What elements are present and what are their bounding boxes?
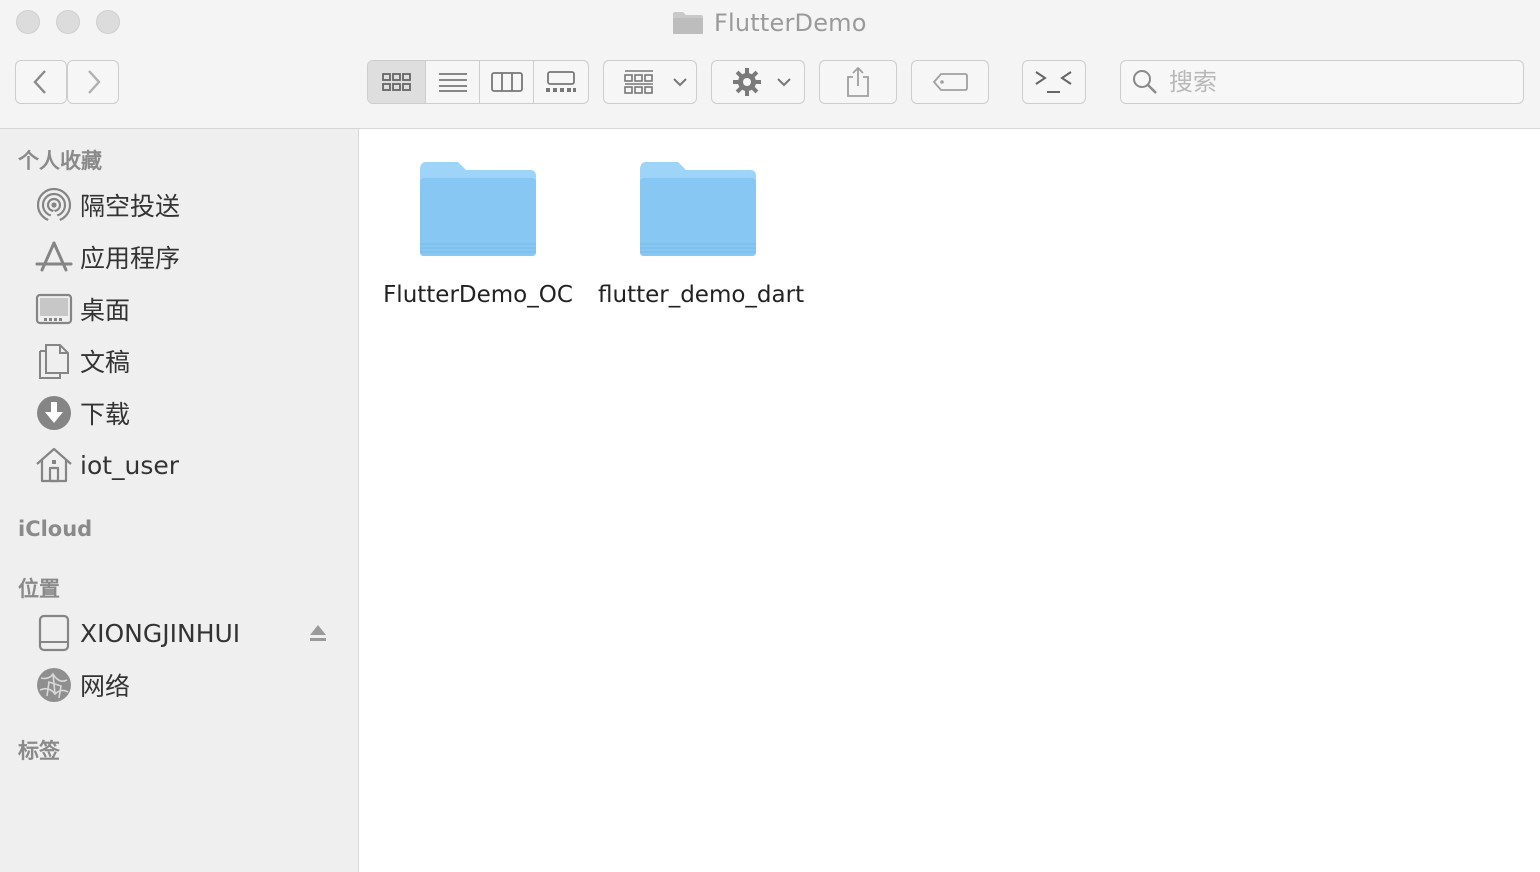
icon-view-icon	[381, 73, 411, 91]
sidebar-item-label: 下载	[80, 400, 131, 429]
action-button[interactable]	[711, 60, 805, 104]
sidebar-item-label: XIONGJINHUI	[80, 618, 241, 648]
folder-icon	[673, 12, 703, 34]
gallery-view-icon	[546, 71, 576, 92]
window-title: FlutterDemo	[672, 8, 867, 38]
home-icon	[34, 445, 74, 485]
documents-icon	[34, 341, 74, 381]
chevron-down-icon	[777, 78, 791, 87]
file-browser: FlutterDemo_OC flutter_demo_dart	[360, 130, 1540, 872]
list-view-icon	[438, 73, 467, 92]
sidebar-item-label: iot_user	[80, 450, 180, 480]
chevron-right-icon	[88, 70, 101, 94]
search-field[interactable]	[1120, 60, 1524, 104]
sidebar-item-label: 应用程序	[80, 244, 181, 273]
folder-icon	[420, 162, 536, 256]
favorites-section-title: 个人收藏	[18, 149, 102, 173]
locations-section-title: 位置	[18, 577, 60, 601]
window-title-text: FlutterDemo	[714, 9, 867, 37]
column-view-button[interactable]	[480, 61, 534, 103]
list-view-button[interactable]	[426, 61, 480, 103]
group-grid-icon	[624, 70, 653, 94]
sidebar-item-label: 桌面	[80, 296, 131, 325]
zoom-button[interactable]	[96, 10, 120, 34]
sidebar-item-desktop[interactable]: 桌面	[34, 287, 344, 331]
sidebar-item-network[interactable]: 网络	[34, 663, 344, 707]
folder-icon	[640, 162, 756, 256]
toolbar: FlutterDemo	[0, 0, 1540, 129]
tags-section-title: 标签	[18, 739, 60, 763]
chevron-left-icon	[33, 70, 46, 94]
share-icon	[847, 66, 869, 97]
sidebar-item-label: 文稿	[80, 348, 131, 377]
terminal-button[interactable]	[1022, 60, 1086, 104]
finder-window: FlutterDemo 搜索 个人收藏 隔空投送 应用程序 桌面 文稿 下载 i…	[0, 0, 1540, 872]
gear-icon	[733, 68, 761, 96]
minimize-button[interactable]	[56, 10, 80, 34]
chevron-down-icon	[673, 78, 687, 87]
icloud-section-title: iCloud	[18, 517, 93, 541]
network-icon	[34, 665, 74, 705]
group-by-button[interactable]	[603, 60, 697, 104]
desktop-icon	[34, 289, 74, 329]
tag-icon	[932, 73, 968, 91]
file-item-folder[interactable]: FlutterDemo_OC	[378, 156, 578, 308]
download-icon	[34, 393, 74, 433]
back-button[interactable]	[15, 60, 67, 104]
sidebar-item-downloads[interactable]: 下载	[34, 391, 344, 435]
view-mode-control	[367, 60, 589, 104]
sidebar-item-label: 网络	[80, 672, 131, 701]
drive-icon	[34, 613, 74, 653]
tag-button[interactable]	[911, 60, 989, 104]
file-name: FlutterDemo_OC	[383, 282, 573, 308]
sidebar-item-airdrop[interactable]: 隔空投送	[34, 183, 344, 227]
share-button[interactable]	[819, 60, 897, 104]
search-input[interactable]	[1167, 67, 1511, 97]
sidebar-item-applications[interactable]: 应用程序	[34, 235, 344, 279]
sidebar-item-label: 隔空投送	[80, 192, 181, 221]
applications-icon	[34, 237, 74, 277]
column-view-icon	[490, 72, 523, 92]
eject-icon[interactable]	[308, 623, 328, 643]
icon-view-button[interactable]	[368, 61, 426, 103]
sidebar-item-documents[interactable]: 文稿	[34, 339, 344, 383]
terminal-icon	[1035, 71, 1072, 93]
forward-button[interactable]	[67, 60, 119, 104]
sidebar-item-drive[interactable]: XIONGJINHUI	[34, 611, 344, 655]
file-name: flutter_demo_dart	[598, 282, 805, 308]
gallery-view-button[interactable]	[534, 61, 588, 103]
sidebar: 个人收藏 隔空投送 应用程序 桌面 文稿 下载 iot_user iCloud …	[0, 129, 359, 872]
sidebar-item-home[interactable]: iot_user	[34, 443, 344, 487]
file-item-folder[interactable]: flutter_demo_dart	[598, 156, 805, 308]
search-icon	[1133, 70, 1157, 94]
airdrop-icon	[34, 185, 74, 225]
close-button[interactable]	[16, 10, 40, 34]
